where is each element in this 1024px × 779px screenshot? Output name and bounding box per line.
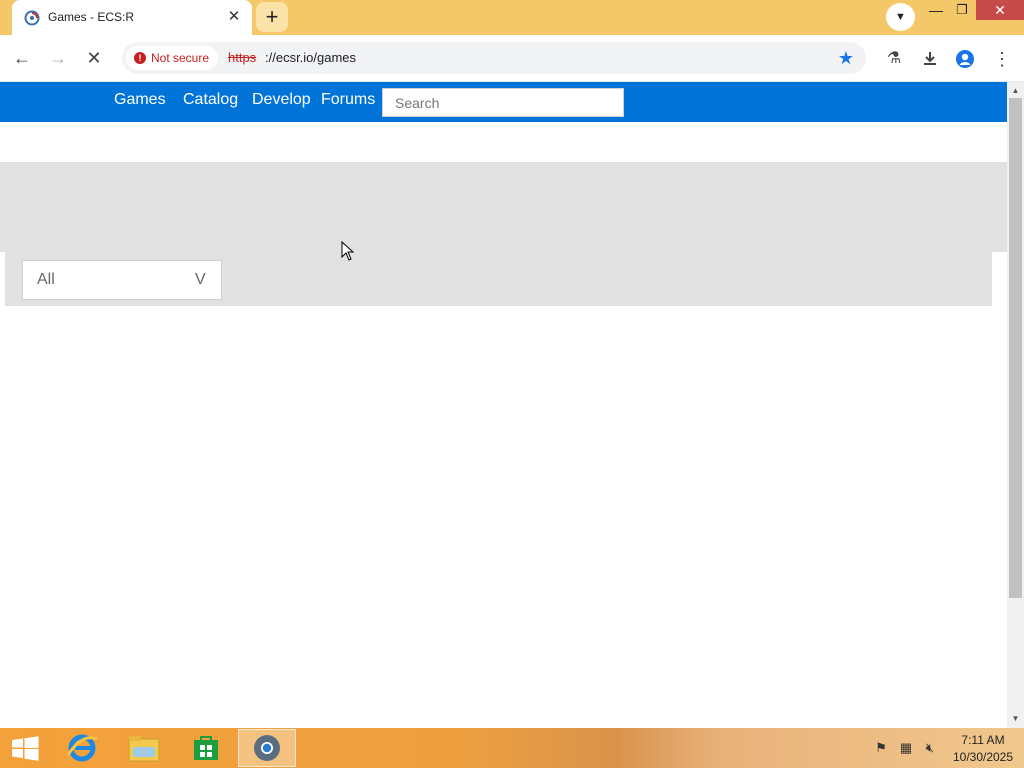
volume-muted-icon[interactable]: 🔇︎ [921,740,939,756]
window-close-button[interactable]: ✕ [976,0,1024,20]
page-scrollbar[interactable]: ▲ ▼ [1007,82,1024,728]
url-text: ://ecsr.io/games [265,50,357,65]
labs-flask-icon[interactable]: ⚗ [882,47,906,71]
page-banner [0,162,1007,252]
back-arrow-icon[interactable]: ← [8,45,36,71]
site-navbar: Games Catalog Develop Forums [0,82,1007,122]
windows-taskbar: ⚑ ▦ 🔇︎ [0,728,1024,768]
security-label: Not secure [151,51,210,65]
profile-avatar-icon[interactable] [953,47,977,71]
new-tab-button[interactable]: + [256,2,288,32]
browser-menu-icon[interactable]: ⋮ [990,47,1014,71]
scroll-down-arrow-icon[interactable]: ▼ [1007,712,1024,726]
taskbar-clock-time[interactable]: 7:11 AM [958,733,1008,747]
window-minimize-button[interactable]: — [924,0,948,22]
genre-dropdown-value: All [37,271,55,288]
file-explorer-icon[interactable] [118,730,170,766]
scrollbar-thumb[interactable] [1009,98,1022,598]
tab-title: Games - ECS:R [48,10,135,24]
windows-start-button[interactable] [0,728,50,768]
taskbar-clock-date[interactable]: 10/30/2025 [950,750,1016,764]
nav-link-games[interactable]: Games [114,91,166,109]
browser-tab-active[interactable]: Games - ECS:R ✕ [12,0,252,35]
browser-title-bar: Games - ECS:R ✕ + ▼ — ❐ ✕ [0,0,1024,35]
games-filter-bar: All V [5,252,992,306]
action-center-flag-icon[interactable]: ⚑ [872,740,890,756]
nav-link-forums[interactable]: Forums [321,91,375,109]
nav-link-develop[interactable]: Develop [252,91,311,109]
internet-explorer-icon[interactable] [56,730,108,766]
address-bar[interactable]: ! Not secure https ://ecsr.io/games ★ [122,42,866,74]
genre-dropdown-caret: V [195,271,206,288]
scroll-up-arrow-icon[interactable]: ▲ [1007,84,1024,98]
windows-store-icon[interactable] [180,730,232,766]
not-secure-icon: ! [134,52,146,64]
window-restore-button[interactable]: ❐ [950,0,974,22]
tab-close-icon[interactable]: ✕ [226,8,242,26]
bookmark-star-icon[interactable]: ★ [834,46,858,70]
forward-arrow-icon[interactable]: → [44,45,72,71]
site-search-input[interactable] [382,88,624,117]
chrome-browser-taskbar-icon[interactable] [238,729,296,767]
stop-loading-icon[interactable]: ✕ [80,45,108,71]
browser-toolbar: ← → ✕ ! Not secure https ://ecsr.io/game… [0,35,1024,82]
page-content: Games Catalog Develop Forums All V [0,82,1007,728]
url-scheme: https [228,50,257,65]
download-icon[interactable] [918,47,942,71]
nav-link-catalog[interactable]: Catalog [183,91,238,109]
security-indicator[interactable]: ! Not secure [126,46,218,70]
genre-dropdown[interactable]: All V [22,260,222,300]
ecsr-favicon-icon [24,10,40,26]
mouse-cursor-icon [341,241,355,261]
network-icon[interactable]: ▦ [897,740,915,756]
tab-search-chevron-icon[interactable]: ▼ [886,3,915,31]
